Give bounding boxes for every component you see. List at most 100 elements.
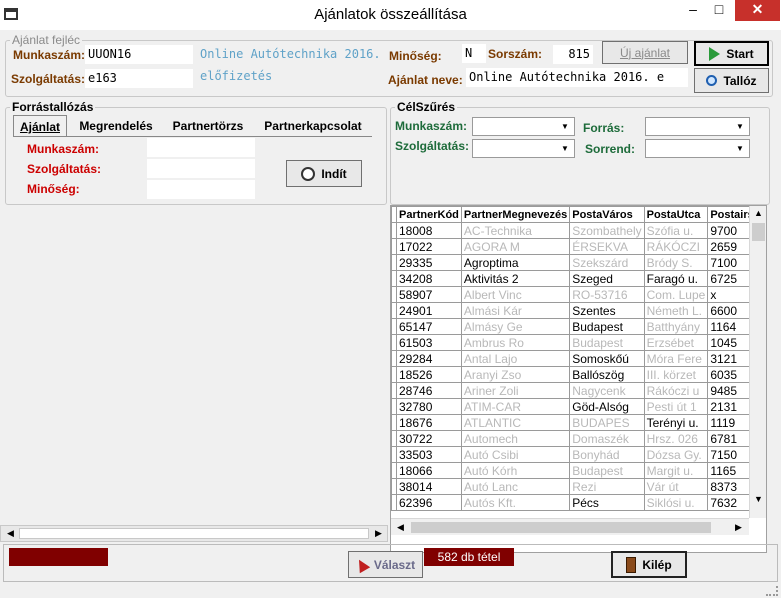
table-row[interactable]: 18008 AC-Technika Szombathely Szófia u. 9700…	[391, 222, 766, 239]
scroll-up-icon[interactable]: ▲	[751, 206, 766, 221]
table-row[interactable]: 34208 Aktivitás 2 Szeged Faragó u. 6725	[391, 270, 766, 287]
source-szolgaltatas-field[interactable]	[147, 159, 255, 178]
resize-grip[interactable]	[766, 586, 778, 596]
table-row[interactable]: 18526Aranyi ZsoBallószögIII. körzet6035u…	[391, 366, 766, 383]
table-row[interactable]: 29335AgroptimaSzekszárdBródy S.7100uuo	[391, 254, 766, 271]
table-cell[interactable]: Com. Lupe	[643, 286, 709, 303]
table-row[interactable]: 32780 ATIM-CAR Göd-Alsóg Pesti út 1 2131	[391, 398, 766, 415]
table-cell[interactable]: Szófia u.	[643, 222, 709, 239]
close-button[interactable]: ✕	[735, 0, 780, 21]
table-cell[interactable]: Németh L.	[643, 302, 709, 319]
indit-button[interactable]: Indít	[286, 160, 362, 187]
new-offer-button[interactable]: Új ajánlat	[602, 41, 688, 64]
table-row[interactable]: 28746Ariner ZoliNagycenkRákóczi u9485uuo	[391, 382, 766, 399]
tab-partnerkapcsolat[interactable]: Partnerkapcsolat	[256, 115, 370, 137]
column-header[interactable]: PostaVáros	[569, 206, 645, 223]
table-row[interactable]: 29284Antal LajoSomoskőúMóra Fere3121uuo	[391, 350, 766, 367]
table-cell[interactable]: Budapest	[569, 462, 645, 479]
table-cell[interactable]: Szekszárd	[569, 254, 645, 271]
table-row[interactable]: 18676ATLANTICBUDAPESTerényi u.1119uuo	[391, 414, 766, 431]
table-cell[interactable]: Bonyhád	[569, 446, 645, 463]
table-cell[interactable]: Hrsz. 026	[643, 430, 709, 447]
table-cell[interactable]: Rezi	[569, 478, 645, 495]
table-cell[interactable]: 18526	[396, 366, 462, 383]
minimize-button[interactable]: –	[680, 0, 706, 21]
table-cell[interactable]: RO-53716	[569, 286, 645, 303]
table-row[interactable]: 24901Almási KárSzentesNémeth L.6600uuo	[391, 302, 766, 319]
table-cell[interactable]: Ambrus Ro	[460, 334, 571, 351]
valaszt-button[interactable]: Választ	[348, 551, 423, 578]
table-cell[interactable]: Autós Kft.	[460, 494, 571, 511]
target-szolgaltatas-select[interactable]: ▼	[472, 139, 575, 158]
table-cell[interactable]: Ballószög	[569, 366, 645, 383]
table-row[interactable]: 62396Autós Kft.PécsSiklósi u.7632uuo	[391, 494, 766, 511]
column-header[interactable]: PostaUtca	[643, 206, 709, 223]
table-cell[interactable]: 29335	[396, 254, 462, 271]
kilep-button[interactable]: Kilép	[611, 551, 687, 578]
table-cell[interactable]: Margit u.	[643, 462, 709, 479]
ajanlat-neve-field[interactable]: Online Autótechnika 2016. e	[466, 68, 688, 87]
table-cell[interactable]: Vár út	[643, 478, 709, 495]
start-button[interactable]: Start	[694, 41, 769, 66]
tab-ajanlat[interactable]: Ajánlat	[13, 115, 67, 137]
grid-hscrollbar[interactable]: ◀ ▶	[391, 518, 749, 535]
table-cell[interactable]: Nagycenk	[569, 382, 645, 399]
table-cell[interactable]: Szentes	[569, 302, 645, 319]
scroll-left-icon[interactable]: ◀	[393, 520, 408, 535]
table-cell[interactable]: Pesti út 1	[643, 398, 709, 415]
table-row[interactable]: 17022 AGORA M ÉRSEKVA RÁKÓCZI 2659	[391, 238, 766, 255]
table-cell[interactable]: 18676	[396, 414, 462, 431]
table-cell[interactable]: BUDAPES	[569, 414, 645, 431]
tab-megrendeles[interactable]: Megrendelés	[72, 115, 160, 137]
target-sorrend-select[interactable]: ▼	[645, 139, 750, 158]
minoseg-field[interactable]: N	[462, 44, 486, 63]
munkaszam-field[interactable]: UUON16	[85, 45, 193, 64]
scroll-right-icon[interactable]: ▶	[731, 520, 746, 535]
column-header[interactable]: PartnerKód	[396, 206, 462, 223]
scroll-thumb[interactable]	[752, 223, 765, 241]
table-cell[interactable]: ATLANTIC	[460, 414, 571, 431]
table-row[interactable]: 61503Ambrus RoBudapestErzsébet1045uuo	[391, 334, 766, 351]
table-cell[interactable]: Autó Csibi	[460, 446, 571, 463]
scroll-down-icon[interactable]: ▼	[751, 492, 766, 507]
table-cell[interactable]: Bródy S.	[643, 254, 709, 271]
table-cell[interactable]: 18008	[396, 222, 462, 239]
table-cell[interactable]: Móra Fere	[643, 350, 709, 367]
table-cell[interactable]: ÉRSEKVA	[569, 238, 645, 255]
table-row[interactable]: 18066Autó KórhBudapestMargit u.1165uuo	[391, 462, 766, 479]
table-cell[interactable]: 29284	[396, 350, 462, 367]
source-munkaszam-field[interactable]	[147, 138, 255, 157]
table-cell[interactable]: Budapest	[569, 318, 645, 335]
table-cell[interactable]: Agroptima	[460, 254, 571, 271]
table-cell[interactable]: Antal Lajo	[460, 350, 571, 367]
table-cell[interactable]: Faragó u.	[643, 270, 709, 287]
table-cell[interactable]: Szeged	[569, 270, 645, 287]
table-cell[interactable]: Domaszék	[569, 430, 645, 447]
table-cell[interactable]: RÁKÓCZI	[643, 238, 709, 255]
table-cell[interactable]: 30722	[396, 430, 462, 447]
table-cell[interactable]: 61503	[396, 334, 462, 351]
table-cell[interactable]: Budapest	[569, 334, 645, 351]
table-cell[interactable]: Dózsa Gy.	[643, 446, 709, 463]
table-cell[interactable]: 18066	[396, 462, 462, 479]
table-cell[interactable]: AC-Technika	[460, 222, 571, 239]
table-row[interactable]: 30722 Automech Domaszék Hrsz. 026 6781	[391, 430, 766, 447]
table-cell[interactable]: ATIM-CAR	[460, 398, 571, 415]
hscroll-thumb[interactable]	[411, 522, 711, 533]
table-cell[interactable]: Autó Lanc	[460, 478, 571, 495]
table-cell[interactable]: Aranyi Zso	[460, 366, 571, 383]
table-cell[interactable]: Erzsébet	[643, 334, 709, 351]
scroll-left-icon[interactable]: ◀	[3, 526, 18, 541]
table-row[interactable]: 33503Autó CsibiBonyhádDózsa Gy.7150uuo	[391, 446, 766, 463]
table-cell[interactable]: Rákóczi u	[643, 382, 709, 399]
table-cell[interactable]: Terényi u.	[643, 414, 709, 431]
table-cell[interactable]: Albert Vinc	[460, 286, 571, 303]
scroll-right-icon[interactable]: ▶	[371, 526, 386, 541]
table-cell[interactable]: 32780	[396, 398, 462, 415]
table-cell[interactable]: 62396	[396, 494, 462, 511]
table-cell[interactable]: AGORA M	[460, 238, 571, 255]
table-cell[interactable]: Pécs	[569, 494, 645, 511]
table-cell[interactable]: Almásy Ge	[460, 318, 571, 335]
browse-button[interactable]: Tallóz	[694, 68, 769, 93]
table-cell[interactable]: 24901	[396, 302, 462, 319]
